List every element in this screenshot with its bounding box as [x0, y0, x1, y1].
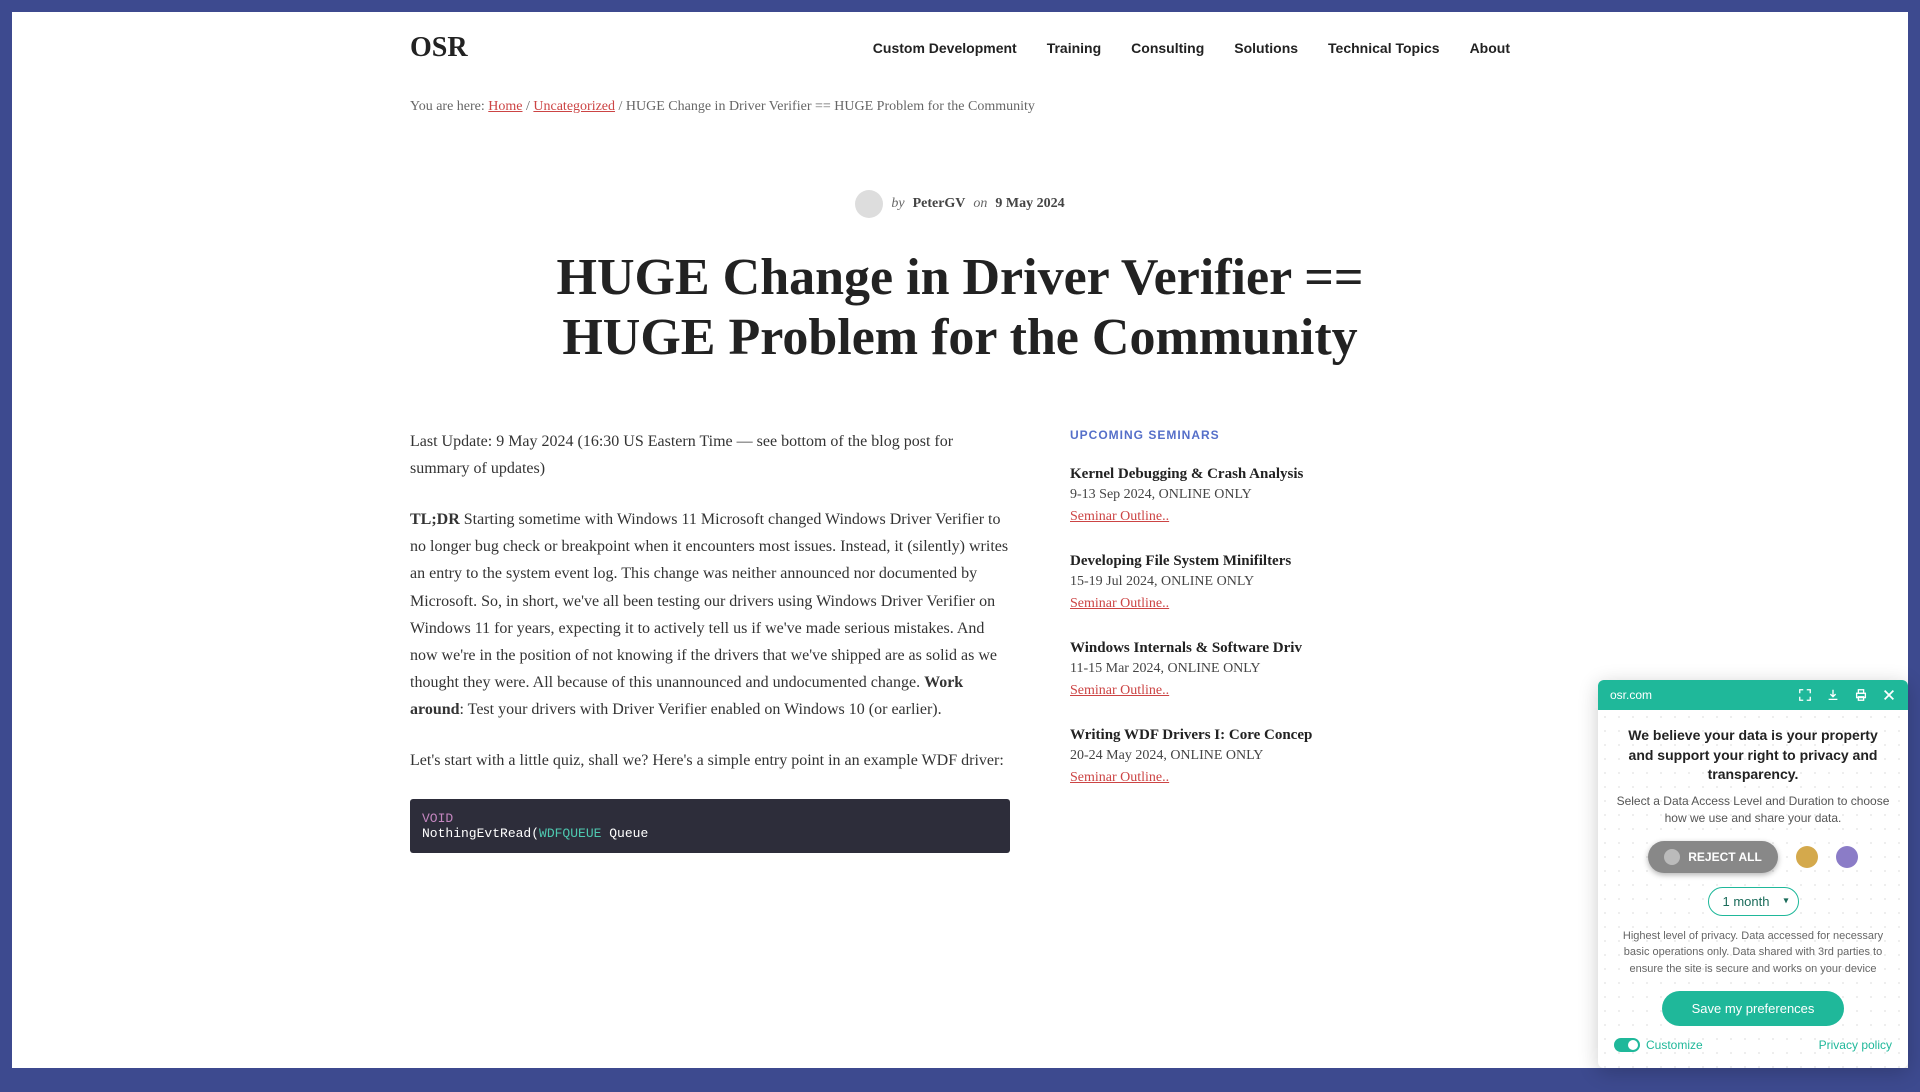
breadcrumb-category[interactable]: Uncategorized: [533, 99, 615, 114]
seminar-title: Windows Internals & Software Driv: [1070, 640, 1330, 657]
nav-solutions[interactable]: Solutions: [1234, 40, 1298, 56]
article-title: HUGE Change in Driver Verifier == HUGE P…: [510, 248, 1410, 368]
main-nav: Custom Development Training Consulting S…: [873, 40, 1510, 56]
nav-custom-development[interactable]: Custom Development: [873, 40, 1017, 56]
level-high-button[interactable]: [1836, 846, 1858, 868]
article-meta: by PeterGV on 9 May 2024: [12, 190, 1908, 218]
print-icon[interactable]: [1854, 688, 1868, 702]
privacy-policy-link[interactable]: Privacy policy: [1819, 1038, 1892, 1052]
seminar-date: 15-19 Jul 2024, ONLINE ONLY: [1070, 574, 1330, 590]
nav-about[interactable]: About: [1470, 40, 1510, 56]
paragraph-update: Last Update: 9 May 2024 (16:30 US Easter…: [410, 428, 1010, 482]
seminar-title: Kernel Debugging & Crash Analysis: [1070, 466, 1330, 483]
popup-domain: osr.com: [1610, 688, 1652, 702]
paragraph-quiz: Let's start with a little quiz, shall we…: [410, 747, 1010, 774]
author-avatar: [855, 190, 883, 218]
seminar-link[interactable]: Seminar Outline..: [1070, 770, 1169, 785]
site-header: OSR Custom Development Training Consulti…: [360, 12, 1560, 84]
reject-all-button[interactable]: REJECT ALL: [1648, 841, 1778, 873]
meta-date[interactable]: 9 May 2024: [995, 196, 1064, 212]
meta-on: on: [973, 196, 987, 212]
popup-header: osr.com: [1598, 680, 1908, 710]
meta-by: by: [891, 196, 904, 212]
duration-select[interactable]: 1 month: [1708, 887, 1799, 916]
seminar-link[interactable]: Seminar Outline..: [1070, 509, 1169, 524]
popup-subtitle: Select a Data Access Level and Duration …: [1614, 793, 1892, 827]
tldr-label: TL;DR: [410, 511, 460, 528]
breadcrumb-prefix: You are here:: [410, 99, 488, 114]
seminar-date: 9-13 Sep 2024, ONLINE ONLY: [1070, 487, 1330, 503]
meta-author[interactable]: PeterGV: [913, 196, 966, 212]
nav-technical-topics[interactable]: Technical Topics: [1328, 40, 1440, 56]
article-body: Last Update: 9 May 2024 (16:30 US Easter…: [410, 428, 1010, 853]
privacy-popup: osr.com We believe your data is your pro…: [1598, 680, 1908, 1068]
seminar-item: Windows Internals & Software Driv 11-15 …: [1070, 640, 1330, 699]
level-medium-button[interactable]: [1796, 846, 1818, 868]
customize-button[interactable]: Customize: [1614, 1038, 1703, 1052]
code-block: VOID NothingEvtRead(WDFQUEUE Queue: [410, 799, 1010, 853]
seminar-date: 11-15 Mar 2024, ONLINE ONLY: [1070, 661, 1330, 677]
seminar-title: Developing File System Minifilters: [1070, 553, 1330, 570]
nav-consulting[interactable]: Consulting: [1131, 40, 1204, 56]
popup-title: We believe your data is your property an…: [1614, 726, 1892, 785]
seminar-date: 20-24 May 2024, ONLINE ONLY: [1070, 748, 1330, 764]
paragraph-tldr: TL;DR Starting sometime with Windows 11 …: [410, 506, 1010, 724]
breadcrumb-home[interactable]: Home: [488, 99, 522, 114]
access-level-row: REJECT ALL: [1614, 841, 1892, 873]
seminar-item: Writing WDF Drivers I: Core Concep 20-24…: [1070, 727, 1330, 786]
toggle-icon: [1614, 1038, 1640, 1052]
sidebar-heading: UPCOMING SEMINARS: [1070, 428, 1330, 442]
expand-icon[interactable]: [1798, 688, 1812, 702]
download-icon[interactable]: [1826, 688, 1840, 702]
seminar-link[interactable]: Seminar Outline..: [1070, 596, 1169, 611]
breadcrumb: You are here: Home / Uncategorized / HUG…: [360, 84, 1560, 130]
seminar-title: Writing WDF Drivers I: Core Concep: [1070, 727, 1330, 744]
save-preferences-button[interactable]: Save my preferences: [1662, 991, 1845, 1026]
seminar-item: Developing File System Minifilters 15-19…: [1070, 553, 1330, 612]
reject-dot-icon: [1664, 849, 1680, 865]
nav-training[interactable]: Training: [1047, 40, 1101, 56]
sidebar: UPCOMING SEMINARS Kernel Debugging & Cra…: [1070, 428, 1330, 853]
seminar-link[interactable]: Seminar Outline..: [1070, 683, 1169, 698]
popup-description: Highest level of privacy. Data accessed …: [1614, 928, 1892, 978]
close-icon[interactable]: [1882, 688, 1896, 702]
seminar-item: Kernel Debugging & Crash Analysis 9-13 S…: [1070, 466, 1330, 525]
site-logo[interactable]: OSR: [410, 32, 468, 64]
breadcrumb-current: HUGE Change in Driver Verifier == HUGE P…: [626, 99, 1035, 114]
